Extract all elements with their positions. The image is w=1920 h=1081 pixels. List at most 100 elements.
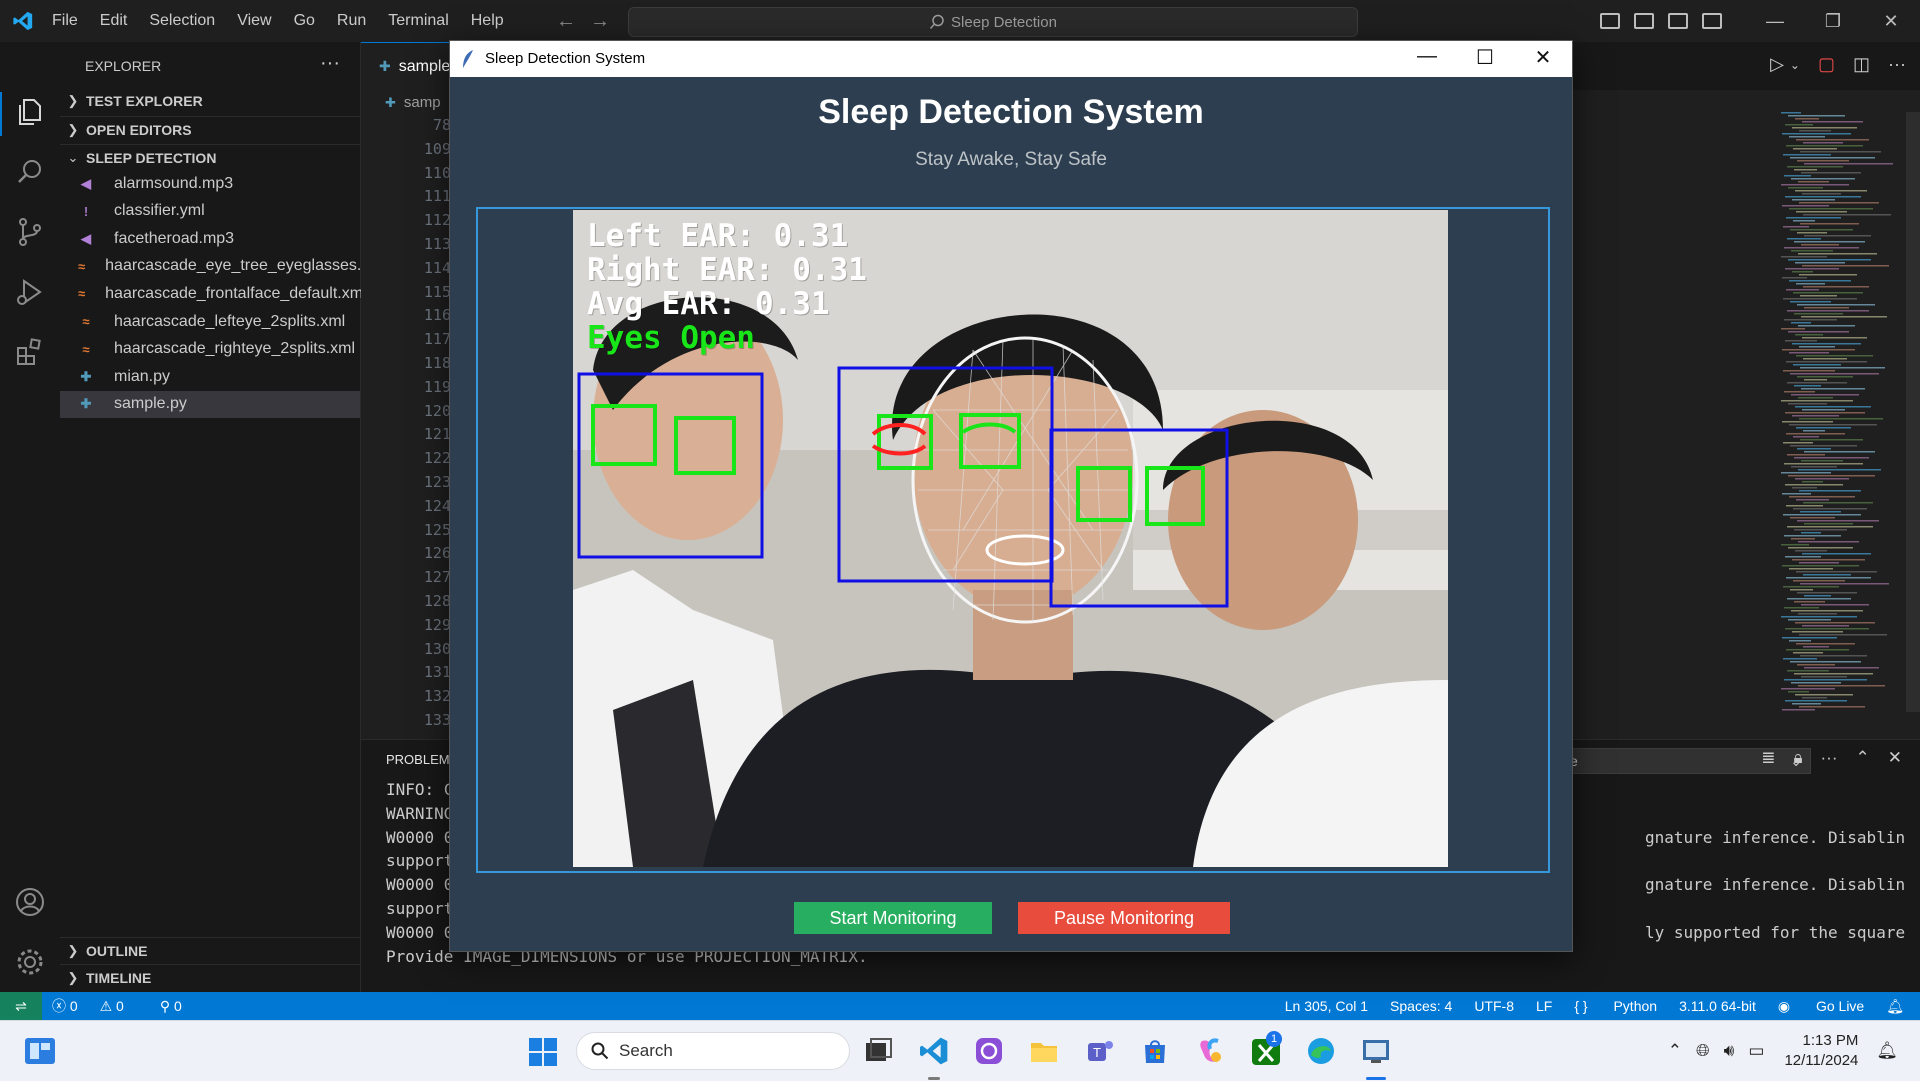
battery-icon[interactable]: ▭ xyxy=(1748,1041,1764,1061)
menu-edit[interactable]: Edit xyxy=(100,12,128,30)
menu-go[interactable]: Go xyxy=(294,12,315,30)
edge-icon[interactable] xyxy=(1305,1035,1337,1067)
interpreter[interactable]: 3.11.0 64-bit xyxy=(1679,998,1756,1014)
search-icon[interactable] xyxy=(12,154,48,190)
problems-status[interactable]: ⓧ 0 ⚠ 0 xyxy=(52,996,142,1016)
run-icon[interactable]: ▷ xyxy=(1770,54,1784,75)
section-project[interactable]: ⌄ SLEEP DETECTION xyxy=(60,144,360,171)
minimap-line xyxy=(1784,535,1841,537)
minimap-line xyxy=(1802,409,1845,411)
remote-icon[interactable]: ⇌ xyxy=(0,992,42,1020)
teams-icon[interactable]: T xyxy=(1084,1035,1116,1067)
section-label: OUTLINE xyxy=(86,943,148,959)
file-item[interactable]: ◀ alarmsound.mp3 xyxy=(60,170,360,197)
menu-help[interactable]: Help xyxy=(471,12,504,30)
file-explorer-icon[interactable] xyxy=(1028,1035,1060,1067)
menu-view[interactable]: View xyxy=(237,12,271,30)
notifications-bell-icon[interactable]: 🔔︎ xyxy=(1886,998,1904,1015)
split-editor-icon[interactable]: ◫ xyxy=(1853,54,1870,75)
minimize-icon[interactable]: — xyxy=(1746,11,1804,32)
minimap[interactable] xyxy=(1781,112,1906,752)
customize-layout-icon[interactable] xyxy=(1702,13,1722,29)
status-bar: ⇌ ⓧ 0 ⚠ 0 ⚲ 0 Ln 305, Col 1 Spaces: 4 UT… xyxy=(0,992,1920,1020)
minimap-line xyxy=(1785,628,1869,630)
file-item[interactable]: ✚ mian.py xyxy=(60,363,360,390)
app-close-icon[interactable]: ✕ xyxy=(1514,45,1572,70)
menu-selection[interactable]: Selection xyxy=(149,12,215,30)
menu-terminal[interactable]: Terminal xyxy=(388,12,448,30)
minimap-line xyxy=(1783,370,1835,372)
section-test-explorer[interactable]: ❯ TEST EXPLORER xyxy=(60,88,360,114)
python-app-icon[interactable] xyxy=(1360,1035,1392,1067)
file-item[interactable]: ✚ sample.py xyxy=(60,390,360,418)
vertical-scrollbar[interactable] xyxy=(1906,112,1920,712)
file-item[interactable]: ≈ haarcascade_frontalface_default.xml xyxy=(60,280,367,307)
file-item[interactable]: ≈ haarcascade_eye_tree_eyeglasses.... xyxy=(60,253,375,280)
word-wrap-icon[interactable]: ≣ xyxy=(1761,748,1775,768)
settings-gear-icon[interactable] xyxy=(12,944,48,980)
chevron-down-icon[interactable]: ⌄ xyxy=(1790,58,1800,72)
more-actions-icon[interactable]: ··· xyxy=(320,52,340,75)
minimap-line xyxy=(1782,277,1807,279)
encoding[interactable]: UTF-8 xyxy=(1474,998,1514,1014)
copilot-icon[interactable] xyxy=(1194,1035,1226,1067)
forward-arrow-icon[interactable]: → xyxy=(590,10,624,32)
widgets-icon[interactable] xyxy=(24,1037,56,1065)
file-item[interactable]: ≈ haarcascade_righteye_2splits.xml xyxy=(60,336,360,363)
volume-icon[interactable]: 🔊︎ xyxy=(1724,1041,1735,1061)
section-timeline[interactable]: ❯ TIMELINE xyxy=(60,964,360,991)
app-maximize-icon[interactable]: ☐ xyxy=(1456,45,1514,70)
pause-monitoring-button[interactable]: Pause Monitoring xyxy=(1018,902,1230,934)
end-of-line[interactable]: LF xyxy=(1536,998,1552,1014)
more-actions-icon[interactable]: ··· xyxy=(1821,748,1838,768)
taskbar-search[interactable]: Search xyxy=(576,1032,850,1070)
explorer-icon[interactable] xyxy=(12,94,48,130)
nav-arrows: ←→ xyxy=(556,10,624,33)
extensions-icon[interactable] xyxy=(12,334,48,370)
minimap-line xyxy=(1783,658,1817,660)
restore-icon[interactable]: ❐ xyxy=(1804,11,1862,32)
section-open-editors[interactable]: ❯ OPEN EDITORS xyxy=(60,116,360,143)
windows-start-icon[interactable] xyxy=(528,1037,558,1067)
run-debug-icon[interactable] xyxy=(12,274,48,310)
notification-bell-icon[interactable]: 🔔︎ xyxy=(1876,1041,1898,1061)
menu-file[interactable]: File xyxy=(52,12,78,30)
file-item[interactable]: ! classifier.yml xyxy=(60,198,360,225)
back-arrow-icon[interactable]: ← xyxy=(556,10,590,32)
account-icon[interactable] xyxy=(12,884,48,920)
language-mode[interactable]: { } Python xyxy=(1574,998,1657,1014)
toggle-secondary-sidebar-icon[interactable] xyxy=(1668,13,1688,29)
indentation[interactable]: Spaces: 4 xyxy=(1390,998,1452,1014)
cursor-position[interactable]: Ln 305, Col 1 xyxy=(1285,998,1368,1014)
close-panel-icon[interactable]: ✕ xyxy=(1888,748,1902,768)
tab-problems[interactable]: PROBLEMS xyxy=(386,752,458,767)
file-item[interactable]: ≈ haarcascade_lefteye_2splits.xml xyxy=(60,308,360,335)
chevron-up-icon[interactable]: ⌃ xyxy=(1668,1041,1682,1061)
task-view-icon[interactable] xyxy=(862,1035,894,1067)
source-control-icon[interactable] xyxy=(12,214,48,250)
file-item[interactable]: ◀ facetheroad.mp3 xyxy=(60,225,360,252)
go-live[interactable]: ◉ Go Live xyxy=(1778,998,1864,1015)
clock[interactable]: 1:13 PM 12/11/2024 xyxy=(1784,1031,1858,1071)
section-outline[interactable]: ❯ OUTLINE xyxy=(60,937,360,964)
menu-run[interactable]: Run xyxy=(337,12,366,30)
app-icon-purple[interactable] xyxy=(973,1035,1005,1067)
breadcrumb[interactable]: ✚ samp xyxy=(385,94,441,111)
minimap-line xyxy=(1792,199,1835,201)
vscode-app-icon[interactable] xyxy=(918,1035,950,1067)
stop-icon[interactable]: ▢ xyxy=(1818,54,1835,75)
command-center[interactable]: Sleep Detection xyxy=(628,7,1358,37)
close-icon[interactable]: ✕ xyxy=(1862,11,1920,32)
file-name: mian.py xyxy=(114,367,171,385)
ports-status[interactable]: ⚲ 0 xyxy=(160,998,200,1015)
minimap-line xyxy=(1790,373,1879,375)
more-actions-icon[interactable]: ··· xyxy=(1888,54,1906,75)
toggle-panel-icon[interactable] xyxy=(1634,13,1654,29)
toggle-sidebar-icon[interactable] xyxy=(1600,13,1620,29)
lock-icon[interactable]: 🔒︎ xyxy=(1793,748,1802,768)
store-icon[interactable] xyxy=(1139,1035,1171,1067)
maximize-panel-icon[interactable]: ⌃ xyxy=(1856,748,1870,768)
app-minimize-icon[interactable]: — xyxy=(1398,45,1456,68)
globe-icon[interactable]: 🌐︎ xyxy=(1696,1041,1710,1061)
start-monitoring-button[interactable]: Start Monitoring xyxy=(794,902,992,934)
